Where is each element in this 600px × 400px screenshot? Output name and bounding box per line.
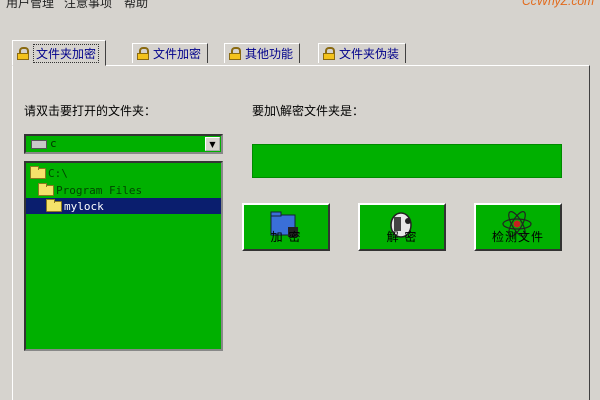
folder-tree[interactable]: C:\ Program Files mylock xyxy=(24,161,223,351)
menu-bar: 用户管理 注意事项 帮助 CcWnyZ.com xyxy=(0,0,600,10)
target-folder-field[interactable] xyxy=(252,144,562,178)
decrypt-button[interactable]: 解 密 xyxy=(358,203,446,251)
decrypt-label: 解 密 xyxy=(386,230,418,244)
tree-node-mylock[interactable]: mylock xyxy=(26,198,221,214)
tab-label: 文件加密 xyxy=(153,47,202,61)
tree-node-label: C:\ xyxy=(48,166,68,180)
tab-folder-encrypt[interactable]: 文件夹加密 xyxy=(12,40,107,66)
tree-node-program-files[interactable]: Program Files xyxy=(38,182,142,198)
tab-label: 其他功能 xyxy=(245,47,294,61)
open-folder-icon xyxy=(38,182,54,196)
tab-label: 文件夹加密 xyxy=(33,43,100,63)
chevron-down-icon[interactable]: ▼ xyxy=(205,137,220,151)
lock-icon xyxy=(17,46,29,60)
tree-node-label: Program Files xyxy=(56,183,143,197)
tree-node-c-root[interactable]: C:\ xyxy=(30,165,68,181)
drive-value: c xyxy=(50,137,57,150)
detect-file-button[interactable]: 检测文件 xyxy=(474,203,562,251)
drive-select[interactable]: c ▼ xyxy=(24,134,223,154)
tab-label: 文件夹伪装 xyxy=(339,47,400,61)
folder-prompt-label: 请双击要打开的文件夹： xyxy=(24,104,157,118)
target-folder-label: 要加\解密文件夹是： xyxy=(252,104,365,118)
menu-help[interactable]: 帮助 xyxy=(124,0,148,10)
menu-notes[interactable]: 注意事项 xyxy=(64,0,112,10)
lock-icon xyxy=(137,47,149,60)
tab-file-encrypt[interactable]: 文件加密 xyxy=(132,43,209,63)
site-watermark: CcWnyZ.com xyxy=(522,0,594,8)
encrypt-label: 加 密 xyxy=(270,230,302,244)
tab-folder-disguise[interactable]: 文件夹伪装 xyxy=(318,43,407,63)
open-folder-icon xyxy=(30,165,46,179)
lock-icon xyxy=(323,47,335,60)
folder-icon xyxy=(46,198,62,212)
lock-icon xyxy=(229,47,241,60)
encrypt-button[interactable]: 加 密 xyxy=(242,203,330,251)
detect-file-label: 检测文件 xyxy=(491,230,544,244)
menu-user-management[interactable]: 用户管理 xyxy=(6,0,54,10)
tree-node-label: mylock xyxy=(64,199,104,213)
hard-drive-icon xyxy=(31,140,47,149)
tab-other-functions[interactable]: 其他功能 xyxy=(224,43,301,63)
